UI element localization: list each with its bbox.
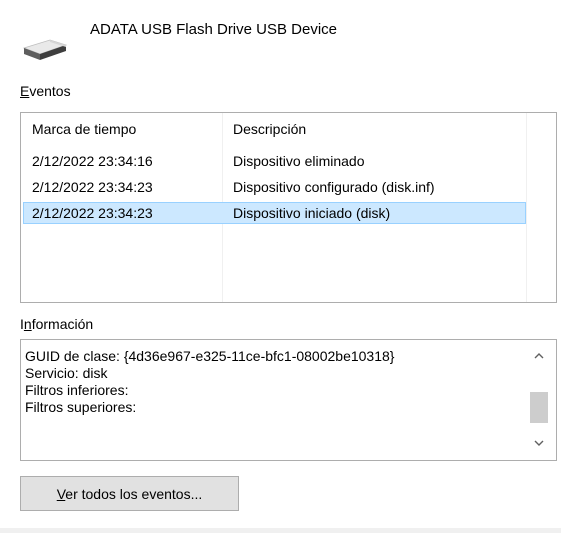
- dialog-bottom-edge: [0, 528, 561, 533]
- column-header-timestamp[interactable]: Marca de tiempo: [32, 121, 136, 137]
- scroll-thumb[interactable]: [530, 392, 548, 423]
- event-timestamp: 2/12/2022 23:34:23: [32, 179, 153, 195]
- info-line: Filtros inferiores:: [25, 382, 129, 398]
- event-timestamp: 2/12/2022 23:34:16: [32, 153, 153, 169]
- view-all-events-label: Ver todos los eventos...: [56, 485, 203, 502]
- info-line: Filtros superiores:: [25, 399, 137, 415]
- event-description: Dispositivo eliminado: [233, 153, 365, 169]
- column-separator: [526, 113, 527, 302]
- info-line: Servicio: disk: [25, 365, 108, 381]
- view-all-events-button[interactable]: Ver todos los eventos...: [20, 476, 239, 511]
- info-line: GUID de clase: {4d36e967-e325-11ce-bfc1-…: [25, 348, 395, 364]
- event-timestamp: 2/12/2022 23:34:23: [32, 205, 153, 221]
- chevron-down-icon[interactable]: [531, 435, 547, 451]
- device-name: ADATA USB Flash Drive USB Device: [90, 21, 338, 38]
- event-description: Dispositivo iniciado (disk): [233, 205, 391, 221]
- events-list[interactable]: Marca de tiempo Descripción 2/12/2022 23…: [20, 112, 557, 303]
- info-group-label: Información: [20, 316, 93, 332]
- info-label-rest: formación: [31, 316, 94, 332]
- column-header-description[interactable]: Descripción: [233, 121, 306, 137]
- event-description: Dispositivo configurado (disk.inf): [233, 179, 435, 195]
- chevron-up-icon[interactable]: [531, 348, 547, 364]
- vertical-scrollbar[interactable]: [522, 340, 556, 460]
- usb-drive-icon: [20, 36, 68, 62]
- event-row-selected[interactable]: 2/12/2022 23:34:23 Dispositivo iniciado …: [23, 202, 526, 224]
- event-row[interactable]: 2/12/2022 23:34:23 Dispositivo configura…: [23, 176, 526, 198]
- event-row[interactable]: 2/12/2022 23:34:16 Dispositivo eliminado: [23, 150, 526, 172]
- info-label-underlined-letter: n: [23, 316, 32, 332]
- events-group-label: Eventos: [20, 83, 71, 99]
- info-text-box[interactable]: GUID de clase: {4d36e967-e325-11ce-bfc1-…: [20, 339, 557, 461]
- scroll-track[interactable]: [530, 372, 548, 428]
